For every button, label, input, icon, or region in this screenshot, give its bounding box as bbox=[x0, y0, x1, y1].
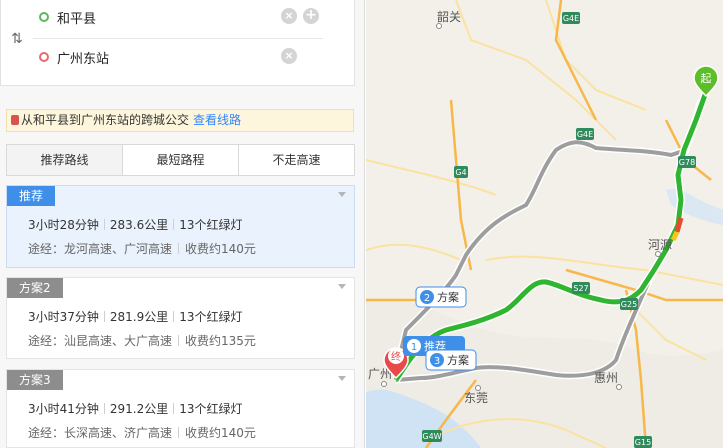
svg-text:G25: G25 bbox=[621, 300, 637, 309]
chevron-down-icon[interactable] bbox=[338, 192, 346, 197]
add-waypoint-button[interactable]: + bbox=[303, 8, 319, 24]
svg-text:G78: G78 bbox=[679, 158, 695, 167]
route-input-box: ⇅ 和平县 × + 广州东站 × bbox=[0, 0, 355, 86]
notice-text: 从和平县到广州东站的跨城公交 bbox=[21, 113, 190, 127]
plan-distance: 291.2公里 bbox=[109, 402, 169, 416]
svg-text:终: 终 bbox=[391, 350, 401, 363]
plan-stats: 3小时28分钟 283.6公里 13个红绿灯 bbox=[28, 216, 243, 233]
plan-distance: 281.9公里 bbox=[109, 310, 169, 324]
tab-no-highway[interactable]: 不走高速 bbox=[239, 145, 354, 175]
swap-arrows-icon[interactable]: ⇅ bbox=[8, 30, 26, 48]
svg-text:2: 2 bbox=[424, 293, 430, 304]
svg-text:G4: G4 bbox=[455, 168, 466, 177]
route-type-tabs: 推荐路线 最短路程 不走高速 bbox=[6, 144, 355, 176]
svg-text:G4E: G4E bbox=[577, 130, 593, 139]
chevron-down-icon[interactable] bbox=[338, 376, 346, 381]
svg-text:惠州: 惠州 bbox=[594, 371, 618, 385]
svg-text:3: 3 bbox=[434, 356, 440, 367]
intercity-bus-notice: 从和平县到广州东站的跨城公交 查看线路 bbox=[6, 109, 354, 132]
plan-time: 3小时28分钟 bbox=[28, 218, 99, 232]
svg-text:方案: 方案 bbox=[447, 353, 469, 367]
highway-shield: G25 bbox=[620, 298, 638, 310]
svg-text:韶关: 韶关 bbox=[437, 9, 461, 24]
plan-tag: 方案3 bbox=[7, 370, 63, 390]
plan-stats: 3小时41分钟 291.2公里 13个红绿灯 bbox=[28, 400, 243, 417]
svg-text:河源: 河源 bbox=[648, 238, 672, 252]
svg-text:起: 起 bbox=[701, 72, 712, 85]
plan-lights: 13个红绿灯 bbox=[179, 402, 243, 416]
plan-via-roads: 途经：龙河高速、广河高速 bbox=[28, 242, 173, 256]
highway-shield: S27 bbox=[572, 282, 590, 294]
end-point-row[interactable]: 广州东站 × bbox=[33, 40, 325, 76]
bus-icon bbox=[11, 115, 19, 125]
map-canvas[interactable]: G4E G4E G4 G78 S27 G25 G4W G15 韶关 河源 惠州 … bbox=[366, 0, 723, 448]
start-point-input[interactable]: 和平县 bbox=[57, 8, 96, 27]
plan-via-roads: 途经：长深高速、济广高速 bbox=[28, 426, 173, 440]
end-dot-icon bbox=[39, 52, 49, 62]
plan-toll: 收费约135元 bbox=[185, 334, 256, 348]
start-point-row[interactable]: 和平县 × + bbox=[33, 0, 325, 36]
plan-via: 途经：龙河高速、广河高速 收费约140元 bbox=[28, 240, 256, 257]
svg-text:1: 1 bbox=[411, 342, 417, 353]
plan-stats: 3小时37分钟 281.9公里 13个红绿灯 bbox=[28, 308, 243, 325]
plan-toll: 收费约140元 bbox=[185, 242, 256, 256]
svg-text:G15: G15 bbox=[635, 438, 651, 447]
highway-shield: G78 bbox=[678, 156, 696, 168]
highway-shield: G4 bbox=[454, 166, 468, 178]
plan-toll: 收费约140元 bbox=[185, 426, 256, 440]
clear-end-button[interactable]: × bbox=[281, 48, 297, 64]
plan-time: 3小时41分钟 bbox=[28, 402, 99, 416]
plan-tag: 方案2 bbox=[7, 278, 63, 298]
highway-shield: G4E bbox=[562, 12, 580, 24]
svg-text:G4W: G4W bbox=[422, 432, 441, 441]
plan-distance: 283.6公里 bbox=[109, 218, 169, 232]
view-route-link[interactable]: 查看线路 bbox=[193, 113, 241, 127]
route-callout-2[interactable]: 2 方案 bbox=[415, 286, 467, 308]
directions-panel: ⇅ 和平县 × + 广州东站 × 从和平县到广州东站的跨城公交 查看线路 推荐路线… bbox=[0, 0, 365, 448]
svg-text:S27: S27 bbox=[573, 284, 588, 293]
route-callout-3[interactable]: 3 方案 bbox=[425, 349, 477, 371]
end-point-input[interactable]: 广州东站 bbox=[57, 48, 109, 67]
plan-via: 途经：长深高速、济广高速 收费约140元 bbox=[28, 424, 256, 441]
plan-via-roads: 途经：汕昆高速、大广高速 bbox=[28, 334, 173, 348]
plan-lights: 13个红绿灯 bbox=[179, 218, 243, 232]
highway-shield: G4W bbox=[422, 430, 442, 442]
tab-shortest[interactable]: 最短路程 bbox=[123, 145, 239, 175]
svg-text:东莞: 东莞 bbox=[464, 391, 488, 405]
svg-text:G4E: G4E bbox=[563, 14, 579, 23]
clear-start-button[interactable]: × bbox=[281, 8, 297, 24]
route-plan-1[interactable]: 推荐 3小时28分钟 283.6公里 13个红绿灯 途经：龙河高速、广河高速 收费约1… bbox=[6, 185, 355, 268]
svg-text:方案: 方案 bbox=[437, 290, 459, 304]
tab-recommended[interactable]: 推荐路线 bbox=[7, 145, 123, 175]
start-dot-icon bbox=[39, 12, 49, 22]
plan-lights: 13个红绿灯 bbox=[179, 310, 243, 324]
plan-tag: 推荐 bbox=[7, 186, 56, 206]
divider bbox=[33, 38, 323, 39]
chevron-down-icon[interactable] bbox=[338, 284, 346, 289]
route-plan-2[interactable]: 方案2 3小时37分钟 281.9公里 13个红绿灯 途经：汕昆高速、大广高速 收费约… bbox=[6, 277, 355, 359]
plan-time: 3小时37分钟 bbox=[28, 310, 99, 324]
plan-via: 途经：汕昆高速、大广高速 收费约135元 bbox=[28, 332, 256, 349]
map-view[interactable]: G4E G4E G4 G78 S27 G25 G4W G15 韶关 河源 惠州 … bbox=[366, 0, 723, 448]
highway-shield: G4E bbox=[576, 128, 594, 140]
highway-shield: G15 bbox=[634, 436, 652, 448]
route-plan-3[interactable]: 方案3 3小时41分钟 291.2公里 13个红绿灯 途经：长深高速、济广高速 收费约… bbox=[6, 369, 355, 448]
